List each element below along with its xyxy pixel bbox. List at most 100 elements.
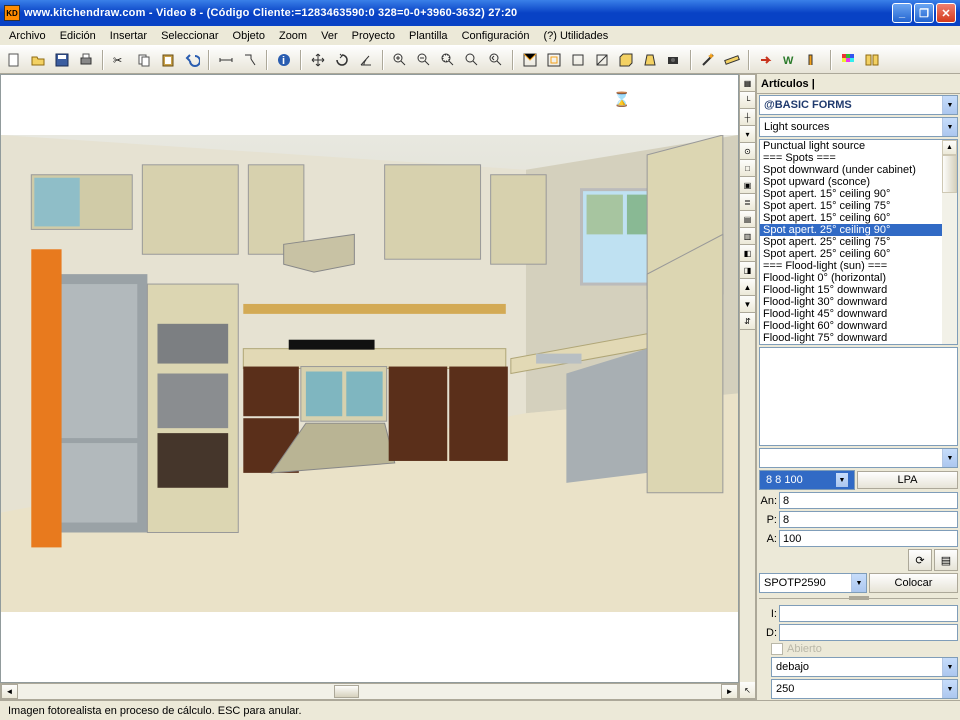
new-icon[interactable] <box>4 50 24 70</box>
list-scrollbar[interactable]: ▲ <box>942 140 957 344</box>
ruler-btn-15[interactable]: ⇵ <box>740 313 755 330</box>
ruler-pointer-icon[interactable]: ↖ <box>740 682 755 699</box>
list-item[interactable]: Spot apert. 15° ceiling 75° <box>760 200 942 212</box>
d-field[interactable] <box>779 624 958 641</box>
ruler-btn-3[interactable]: ┼ <box>740 109 755 126</box>
ruler-btn-13[interactable]: ▲ <box>740 279 755 296</box>
ruler-btn-14[interactable]: ▼ <box>740 296 755 313</box>
ruler-btn-6[interactable]: □ <box>740 160 755 177</box>
copy-icon[interactable] <box>134 50 154 70</box>
list-item[interactable]: Spot apert. 25° ceiling 90° <box>760 224 942 236</box>
list-item[interactable]: === Spots === <box>760 152 942 164</box>
list-item[interactable]: Spot apert. 25° ceiling 60° <box>760 248 942 260</box>
zoom-previous-icon[interactable] <box>486 50 506 70</box>
chevron-down-icon[interactable]: ▼ <box>942 96 957 114</box>
list-item[interactable]: Spot apert. 15° ceiling 90° <box>760 188 942 200</box>
move-icon[interactable] <box>308 50 328 70</box>
ruler-btn-10[interactable]: ▥ <box>740 228 755 245</box>
chevron-down-icon[interactable]: ▼ <box>942 118 957 136</box>
list-item[interactable]: Flood-light 15° downward <box>760 284 942 296</box>
info-icon[interactable]: i <box>274 50 294 70</box>
scroll-thumb[interactable] <box>334 685 359 698</box>
list-item[interactable]: === Flood-light (sun) === <box>760 260 942 272</box>
ruler-btn-2[interactable]: └ <box>740 92 755 109</box>
menu-configuracion[interactable]: Configuración <box>455 28 537 44</box>
ruler-btn-1[interactable]: ▦ <box>740 75 755 92</box>
details-button[interactable]: ▤ <box>934 549 958 571</box>
rotate-icon[interactable] <box>332 50 352 70</box>
ruler-btn-11[interactable]: ◧ <box>740 245 755 262</box>
list-item[interactable]: Spot downward (under cabinet) <box>760 164 942 176</box>
arrow-red-icon[interactable] <box>756 50 776 70</box>
print-icon[interactable] <box>76 50 96 70</box>
category-combo[interactable]: Light sources▼ <box>759 117 958 137</box>
book-icon[interactable] <box>862 50 882 70</box>
chevron-down-icon[interactable]: ▼ <box>942 449 957 467</box>
measure-icon[interactable] <box>722 50 742 70</box>
list-item[interactable]: Spot apert. 25° ceiling 75° <box>760 236 942 248</box>
open-icon[interactable] <box>28 50 48 70</box>
menu-objeto[interactable]: Objeto <box>226 28 272 44</box>
magic-icon[interactable] <box>698 50 718 70</box>
zoom-in-icon[interactable] <box>390 50 410 70</box>
menu-seleccionar[interactable]: Seleccionar <box>154 28 225 44</box>
cut-icon[interactable]: ✂ <box>110 50 130 70</box>
menu-edicion[interactable]: Edición <box>53 28 103 44</box>
zoom-window-icon[interactable] <box>438 50 458 70</box>
catalog-combo[interactable]: @BASIC FORMS▼ <box>759 95 958 115</box>
menu-utilidades[interactable]: (?) Utilidades <box>536 28 615 44</box>
place-button[interactable]: Colocar <box>869 573 958 593</box>
ruler-btn-7[interactable]: ▣ <box>740 177 755 194</box>
w-icon[interactable]: W <box>780 50 800 70</box>
menu-zoom[interactable]: Zoom <box>272 28 314 44</box>
finish-combo[interactable]: ▼ <box>759 448 958 468</box>
menu-insertar[interactable]: Insertar <box>103 28 154 44</box>
list-item[interactable]: Spot upward (sconce) <box>760 176 942 188</box>
leader-icon[interactable] <box>240 50 260 70</box>
list-item[interactable]: Flood-light 60° downward <box>760 320 942 332</box>
maximize-button[interactable]: ❐ <box>914 3 934 23</box>
view-elev2-icon[interactable] <box>592 50 612 70</box>
ruler-btn-5[interactable]: ⊙ <box>740 143 755 160</box>
paste-icon[interactable] <box>158 50 178 70</box>
list-item[interactable]: Flood-light 75° downward <box>760 332 942 344</box>
scroll-right-icon[interactable]: ► <box>721 684 738 699</box>
pos-combo[interactable]: debajo▼ <box>771 657 958 677</box>
wall-icon[interactable] <box>804 50 824 70</box>
viewport-3d[interactable]: ⌛ <box>0 74 739 683</box>
pos2-combo[interactable]: 250▼ <box>771 679 958 699</box>
ruler-btn-4[interactable]: ▾ <box>740 126 755 143</box>
ref-combo[interactable]: SPOTP2590▼ <box>759 573 867 593</box>
close-button[interactable]: ✕ <box>936 3 956 23</box>
save-icon[interactable] <box>52 50 72 70</box>
list-item[interactable]: Flood-light 30° downward <box>760 296 942 308</box>
ruler-btn-9[interactable]: ▤ <box>740 211 755 228</box>
scroll-left-icon[interactable]: ◄ <box>1 684 18 699</box>
i-field[interactable] <box>779 605 958 622</box>
view-elevation-icon[interactable] <box>568 50 588 70</box>
horizontal-scrollbar[interactable]: ◄ ► <box>0 683 739 700</box>
view-front-icon[interactable] <box>544 50 564 70</box>
p-field[interactable] <box>779 511 958 528</box>
dims-display[interactable]: 8 8 100▼ <box>759 470 855 490</box>
undo-icon[interactable] <box>182 50 202 70</box>
list-item[interactable]: Spot apert. 15° ceiling 60° <box>760 212 942 224</box>
view-plan-icon[interactable] <box>520 50 540 70</box>
ruler-btn-12[interactable]: ◨ <box>740 262 755 279</box>
menu-archivo[interactable]: Archivo <box>2 28 53 44</box>
list-item[interactable]: Flood-light 0° (horizontal) <box>760 272 942 284</box>
an-field[interactable] <box>779 492 958 509</box>
zoom-extents-icon[interactable] <box>462 50 482 70</box>
menu-proyecto[interactable]: Proyecto <box>345 28 402 44</box>
list-item[interactable]: Punctual light source <box>760 140 942 152</box>
view-iso-icon[interactable] <box>616 50 636 70</box>
menu-plantilla[interactable]: Plantilla <box>402 28 455 44</box>
minimize-button[interactable]: _ <box>892 3 912 23</box>
dimension-icon[interactable] <box>216 50 236 70</box>
palette-icon[interactable] <box>838 50 858 70</box>
menu-ver[interactable]: Ver <box>314 28 345 44</box>
list-item[interactable]: Flood-light 45° downward <box>760 308 942 320</box>
camera-icon[interactable] <box>664 50 684 70</box>
a-field[interactable] <box>779 530 958 547</box>
refresh-button[interactable]: ⟳ <box>908 549 932 571</box>
